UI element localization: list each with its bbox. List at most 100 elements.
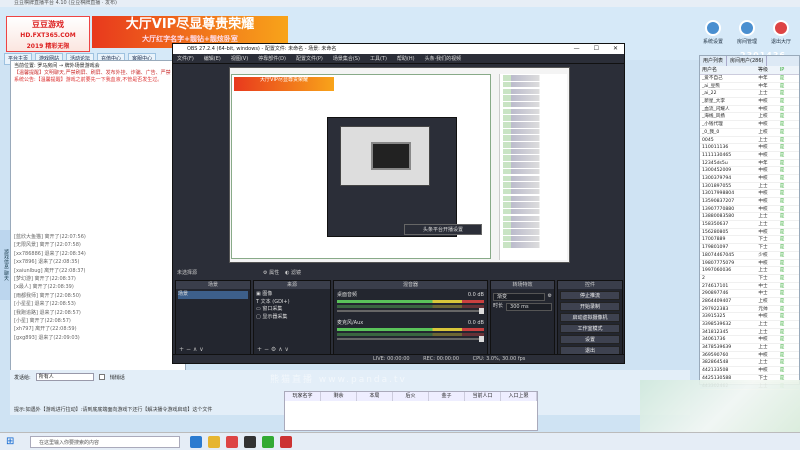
user-row[interactable]: _ai_豆熊 中年 是 — [700, 83, 799, 91]
vtab-chat[interactable]: 聊天 — [3, 271, 9, 281]
stats-col-limit[interactable]: 入口上限 — [501, 392, 537, 401]
source-display[interactable]: ▢ 显示器采集 — [256, 314, 328, 322]
stats-col-after[interactable]: 后火 — [393, 392, 429, 401]
virtual-camera-button[interactable]: 启动虚拟摄像机 — [560, 313, 620, 322]
user-row[interactable]: 19807775079 中校 是 — [700, 260, 799, 268]
col-username[interactable]: 用户名 — [700, 66, 752, 74]
user-row[interactable]: 3398539632 上士 是 — [700, 321, 799, 329]
obs-preview[interactable]: 大厅VIP尽显尊贵荣耀 头条平台开播设置 — [229, 67, 570, 263]
user-row[interactable]: _新星_大李 中校 是 — [700, 98, 799, 106]
source-image[interactable]: ▣ 图像 — [256, 291, 328, 299]
close-icon[interactable]: ✕ — [613, 44, 618, 54]
user-row[interactable]: _海线_风扬 上校 是 — [700, 113, 799, 122]
exit-button[interactable]: 退出大厅 — [768, 20, 794, 45]
user-row[interactable]: 33915325 中校 是 — [700, 313, 799, 321]
menu-file[interactable]: 文件(F) — [177, 54, 194, 63]
stats-col-round[interactable]: 本局 — [357, 392, 393, 401]
menu-view[interactable]: 视图(V) — [231, 54, 248, 63]
add-scene-icon[interactable]: + — [179, 346, 184, 353]
source-up-icon[interactable]: ∧ — [278, 346, 282, 353]
up-icon[interactable]: ∧ — [193, 346, 197, 353]
user-row[interactable]: 369590760 中校 是 — [700, 352, 799, 360]
settings-button[interactable]: 系统设置 — [700, 20, 726, 45]
edge-icon[interactable] — [190, 436, 202, 448]
duration-input[interactable]: 300 ms — [506, 303, 552, 311]
menu-docks[interactable]: 停靠部件(D) — [258, 54, 286, 63]
user-row[interactable]: 110011136 中校 是 — [700, 144, 799, 152]
user-row[interactable]: 156280805 中校 是 — [700, 229, 799, 237]
add-source-icon[interactable]: + — [257, 346, 262, 353]
user-row[interactable]: 1300452009 中校 是 — [700, 167, 799, 175]
user-row[interactable]: 1997060036 上士 是 — [700, 267, 799, 275]
user-row[interactable]: 13017998804 中校 是 — [700, 190, 799, 198]
user-row[interactable]: 2 下士 是 — [700, 275, 799, 283]
scene-item[interactable]: 场景 — [178, 291, 248, 299]
stats-col-count[interactable]: 当前人口 — [465, 392, 501, 401]
room-button[interactable]: 房间管理 — [734, 20, 760, 45]
col-level[interactable]: 等级 — [752, 66, 774, 74]
taskbar-search[interactable]: 在这里输入你要搜索的内容 — [30, 436, 180, 448]
user-row[interactable]: 382864548 上士 是 — [700, 359, 799, 368]
menu-help[interactable]: 帮助(H) — [397, 54, 415, 63]
gear-icon[interactable]: ⚙ — [548, 293, 552, 301]
user-row[interactable]: 158350637 上士 是 — [700, 221, 799, 229]
user-row[interactable]: 12345ds5u 中年 是 — [700, 160, 799, 168]
user-row[interactable]: _0_我_0 上校 是 — [700, 129, 799, 137]
stop-stream-button[interactable]: 停止推流 — [560, 291, 620, 300]
source-down-icon[interactable]: ∨ — [285, 346, 289, 353]
user-row[interactable]: 290897746 中士 是 — [700, 290, 799, 298]
remove-scene-icon[interactable]: − — [186, 346, 191, 353]
tab-room-users[interactable]: 房间用户(286) — [727, 56, 768, 66]
app-icon[interactable] — [280, 436, 292, 448]
user-row[interactable]: 13880083580 上士 是 — [700, 213, 799, 222]
volume-slider[interactable] — [337, 336, 484, 342]
menu-edit[interactable]: 编辑(E) — [204, 54, 221, 63]
filters-button[interactable]: ◐ 滤镜 — [285, 269, 301, 276]
properties-button[interactable]: ⚙ 属性 — [263, 269, 279, 276]
stats-col-gold[interactable]: 金子 — [429, 392, 465, 401]
stats-col-remain[interactable]: 剩余 — [321, 392, 357, 401]
slider-handle[interactable] — [479, 336, 484, 342]
user-row[interactable]: 13907770880 中校 是 — [700, 206, 799, 214]
user-row[interactable]: 442133508 中校 是 — [700, 367, 799, 375]
transition-select[interactable]: 渐变 — [493, 293, 545, 301]
site-logo[interactable]: 豆豆游戏 HD.FXT365.COM 2019 精彩无限 — [6, 16, 90, 52]
user-row[interactable]: 274617101 中士 是 — [700, 283, 799, 291]
game-icon[interactable] — [262, 436, 274, 448]
remove-source-icon[interactable]: − — [264, 346, 269, 353]
explorer-icon[interactable] — [208, 436, 220, 448]
user-row[interactable]: 179801097 下士 是 — [700, 244, 799, 252]
user-row[interactable]: 13590837207 中校 是 — [700, 198, 799, 206]
studio-mode-button[interactable]: 工作室模式 — [560, 324, 620, 333]
user-row[interactable]: 0045 上士 是 — [700, 137, 799, 145]
user-row[interactable]: 2864409407 上校 是 — [700, 298, 799, 306]
windows-start-icon[interactable]: ⊞ — [6, 437, 16, 447]
tab-user-list[interactable]: 用户列表 — [700, 56, 728, 66]
chrome-icon[interactable] — [226, 436, 238, 448]
user-row[interactable]: _小钱代理 中校 是 — [700, 121, 799, 129]
menu-tools[interactable]: 工具(T) — [370, 54, 387, 63]
down-icon[interactable]: ∨ — [199, 346, 203, 353]
source-settings-icon[interactable]: ⚙ — [271, 346, 276, 353]
source-window[interactable]: ▭ 窗口采集 — [256, 306, 328, 314]
minimize-icon[interactable]: — — [574, 44, 580, 54]
user-row[interactable]: 1301897055 上士 是 — [700, 183, 799, 191]
volume-slider[interactable] — [337, 308, 484, 314]
source-text[interactable]: T 文本 (GDI+) — [256, 299, 328, 307]
user-row[interactable]: _ai_22 上士 是 — [700, 90, 799, 99]
user-row[interactable]: _爱不自己 中年 是 — [700, 75, 799, 83]
user-row[interactable]: 17007889 下士 是 — [700, 236, 799, 245]
obs-icon[interactable] — [244, 436, 256, 448]
user-row[interactable]: 1111130465 中校 是 — [700, 152, 799, 160]
menu-toutiao[interactable]: 头条·我们的视频 — [425, 54, 462, 63]
user-row[interactable]: _血流_闪耀人 中校 是 — [700, 106, 799, 114]
user-row[interactable]: 34061736 中校 是 — [700, 336, 799, 345]
user-row[interactable]: 18074467045 少校 是 — [700, 252, 799, 260]
stats-col-name[interactable]: 玩家名字 — [285, 392, 321, 401]
start-record-button[interactable]: 开始录制 — [560, 302, 620, 311]
user-row[interactable]: 1300379794 中校 是 — [700, 175, 799, 183]
settings-button[interactable]: 设置 — [560, 335, 620, 344]
menu-profile[interactable]: 配置文件(P) — [296, 54, 323, 63]
menu-scene-collection[interactable]: 场景集合(S) — [333, 54, 360, 63]
maximize-icon[interactable]: ☐ — [594, 44, 599, 54]
